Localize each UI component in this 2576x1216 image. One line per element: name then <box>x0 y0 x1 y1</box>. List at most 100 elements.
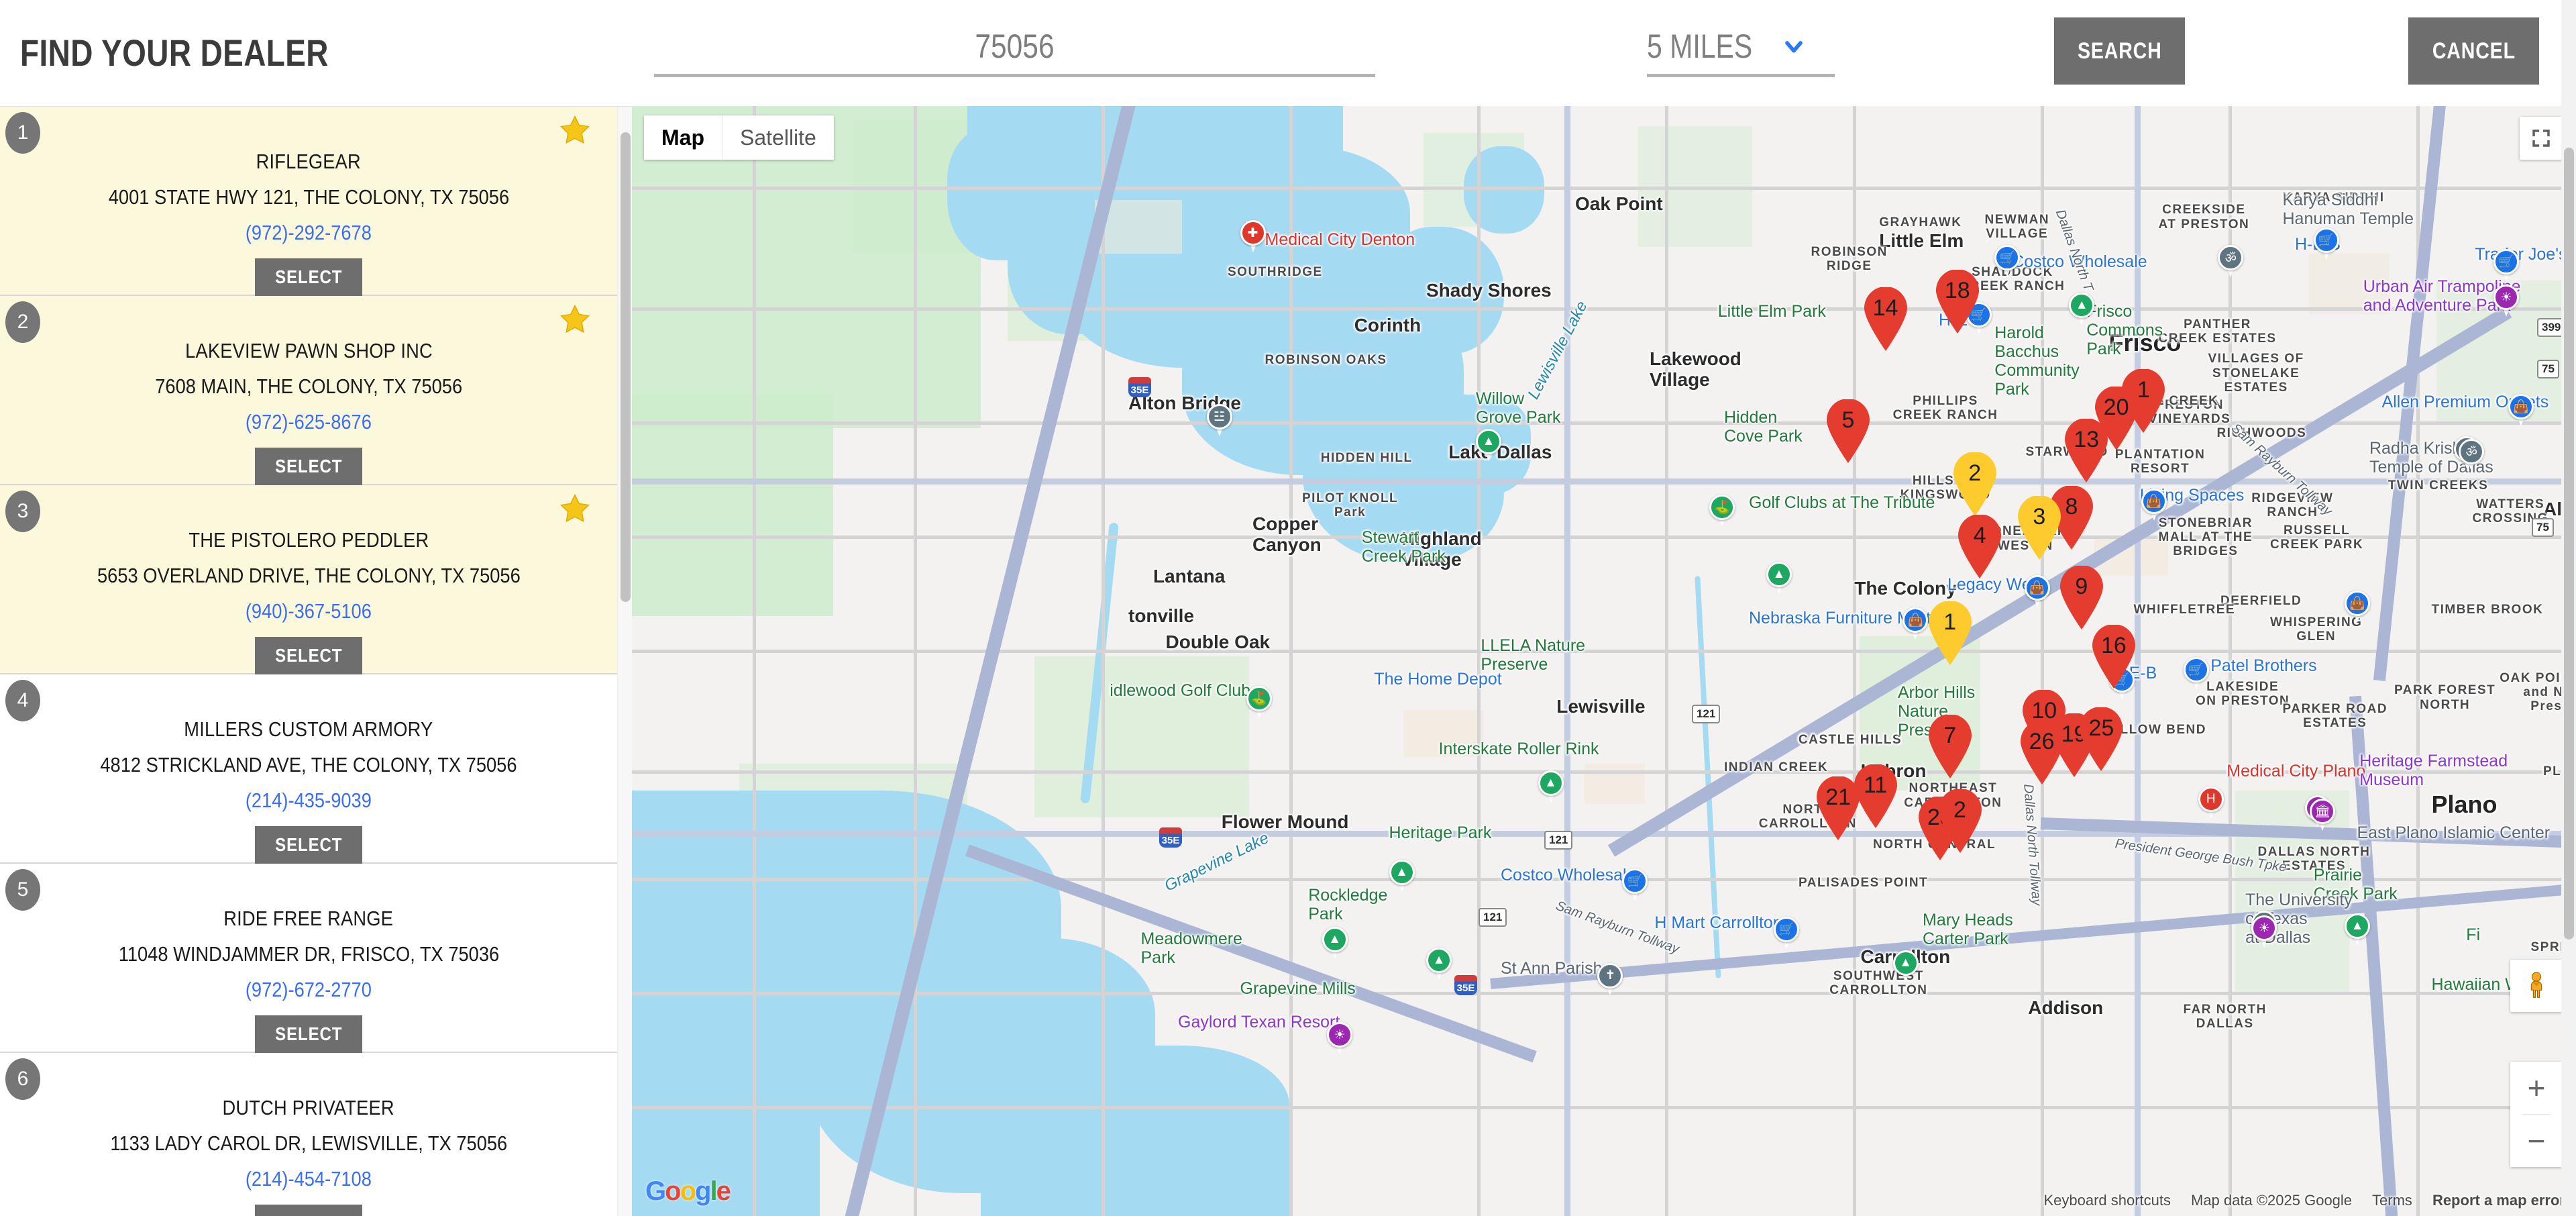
shopping-poi-pin[interactable]: 👜 <box>2141 488 2167 522</box>
shopping-poi-pin[interactable]: 👜 <box>2345 590 2370 624</box>
pin-body: 🛒 <box>1994 245 2021 271</box>
dealer-info: DUTCH PRIVATEER 1133 LADY CAROL DR, LEWIS… <box>0 1096 617 1216</box>
dealer-map-marker[interactable]: 21 <box>1814 776 1862 841</box>
street-view-pegman-icon[interactable] <box>2510 960 2563 1012</box>
dealer-map[interactable]: Oak Point Little Elm Frisco Shady Shores Cor… <box>632 106 2576 1216</box>
highway-shield-i35e-2: 35E <box>1159 827 1182 848</box>
dealer-map-marker[interactable]: 3 <box>2015 496 2063 560</box>
map-type-map-button[interactable]: Map <box>644 115 722 160</box>
dealer-phone-link[interactable]: (972)-625-8676 <box>0 410 617 434</box>
park-poi-pin[interactable]: ▲ <box>1766 561 1792 595</box>
terms-link[interactable]: Terms <box>2372 1192 2412 1209</box>
dealer-phone-link[interactable]: (214)-435-9039 <box>0 789 617 813</box>
museum-poi-pin[interactable]: 🏛 <box>2310 799 2336 832</box>
dealer-map-marker[interactable]: 13 <box>2062 419 2110 483</box>
dealer-phone-link[interactable]: (940)-367-5106 <box>0 599 617 623</box>
dealer-name: LAKEVIEW PAWN SHOP INC <box>184 339 433 362</box>
google-logo-g1: G <box>645 1176 666 1206</box>
dealer-select-button[interactable]: SELECT <box>255 448 362 485</box>
store-poi-pin[interactable]: 🛒 <box>2313 227 2339 261</box>
dealer-select-button[interactable]: SELECT <box>255 826 362 864</box>
results-scrollbar-thumb[interactable] <box>621 132 631 602</box>
cancel-button[interactable]: CANCEL <box>2408 17 2539 85</box>
highway-shield-121-c: 121 <box>1479 908 1507 927</box>
store-poi-pin[interactable]: 🛒 <box>1994 245 2021 278</box>
dealer-map-marker[interactable]: 25 <box>2077 707 2125 772</box>
dealer-select-button[interactable]: SELECT <box>255 637 362 674</box>
store-poi-pin[interactable]: 🛒 <box>1622 868 1648 902</box>
shopping-poi-pin[interactable]: 👜 <box>1902 607 1929 641</box>
bridge-poi-pin[interactable]: ☳ <box>1206 404 1232 438</box>
dealer-map-marker-number: 25 <box>2088 715 2114 741</box>
map-type-control[interactable]: Map Satellite <box>644 115 834 160</box>
search-button[interactable]: SEARCH <box>2054 17 2185 85</box>
zoom-controls[interactable]: + − <box>2510 1062 2563 1167</box>
dealer-result-item[interactable]: 2 LAKEVIEW PAWN SHOP INC 7608 MAIN, THE CO… <box>0 296 617 485</box>
page-scrollbar[interactable] <box>2561 0 2576 1216</box>
park-poi-pin[interactable]: ▲ <box>1476 429 1501 462</box>
dealer-result-item[interactable]: 4 MILLERS CUSTOM ARMORY 4812 STRICKLAND AV… <box>0 674 617 864</box>
map-type-satellite-button[interactable]: Satellite <box>722 115 834 160</box>
keyboard-shortcuts-link[interactable]: Keyboard shortcuts <box>2043 1192 2171 1209</box>
dealer-phone-link[interactable]: (214)-454-7108 <box>0 1167 617 1191</box>
dealer-map-marker[interactable]: 1 <box>1926 601 1974 666</box>
hospital-poi-pin[interactable]: ✚ <box>1240 220 1266 254</box>
page-scrollbar-thumb[interactable] <box>2564 148 2574 940</box>
dealer-map-marker[interactable]: 14 <box>1862 287 1910 352</box>
temple-poi-pin[interactable]: ॐ <box>2218 245 2244 278</box>
dealer-map-marker[interactable]: 5 <box>1824 399 1872 464</box>
golf-poi-pin[interactable]: ⛳ <box>1709 495 1735 528</box>
radius-select[interactable]: 5 MILES <box>1647 27 1835 77</box>
park-poi-pin[interactable]: ▲ <box>2069 292 2095 326</box>
park-poi-pin[interactable]: ▲ <box>2345 913 2370 947</box>
report-map-error-link[interactable]: Report a map error <box>2432 1192 2565 1209</box>
dealer-map-marker[interactable]: 9 <box>2057 565 2106 630</box>
dealer-result-item[interactable]: 3 THE PISTOLERO PEDDLER 5653 OVERLAND DRIV… <box>0 485 617 674</box>
zoom-out-button[interactable]: − <box>2510 1115 2563 1167</box>
dealer-phone-link[interactable]: (972)-292-7678 <box>0 221 617 245</box>
pin-body: ▲ <box>1892 950 1919 976</box>
dealer-select-button[interactable]: SELECT <box>255 1015 362 1053</box>
park-poi-pin[interactable]: ▲ <box>1322 926 1348 960</box>
zip-search-input[interactable] <box>653 27 1376 77</box>
map-canvas[interactable]: Oak Point Little Elm Frisco Shady Shores Cor… <box>632 106 2576 1216</box>
zoom-in-button[interactable]: + <box>2510 1062 2563 1114</box>
store-poi-pin[interactable]: 🛒 <box>2183 657 2209 691</box>
pin-body: ▲ <box>1476 429 1501 454</box>
temple-poi-pin[interactable]: ॐ <box>2459 438 2485 472</box>
pin-body: ☀ <box>2251 915 2277 942</box>
dealer-result-item[interactable]: 5 RIDE FREE RANGE 11048 WINDJAMMER DR, FRI… <box>0 864 617 1053</box>
dealer-result-item[interactable]: 1 RIFLEGEAR 4001 STATE HWY 121, THE COLONY… <box>0 107 617 296</box>
attraction-poi-pin[interactable]: ☀ <box>2251 915 2277 949</box>
dealer-map-marker[interactable]: 18 <box>1933 270 1982 334</box>
dealer-map-marker[interactable]: 7 <box>1926 714 1974 779</box>
chevron-down-icon[interactable] <box>1778 31 1809 62</box>
golf-poi-pin[interactable]: ⛳ <box>1246 685 1272 719</box>
dealer-select-button[interactable]: SELECT <box>255 258 362 296</box>
dealer-select-button[interactable]: SELECT <box>255 1205 362 1216</box>
dealer-map-marker[interactable]: 2 <box>1951 452 1999 517</box>
hospital-poi-pin[interactable]: H <box>2198 786 2224 820</box>
pin-body: ☳ <box>1206 404 1232 429</box>
park-poi-pin[interactable]: ▲ <box>1538 770 1564 804</box>
fullscreen-icon[interactable] <box>2520 117 2563 160</box>
park-poi-pin[interactable]: ▲ <box>1389 859 1415 893</box>
dealer-map-marker[interactable]: 16 <box>2090 625 2138 689</box>
store-poi-pin[interactable]: 🛒 <box>1774 917 1799 950</box>
attraction-poi-pin[interactable]: ☀ <box>2493 285 2519 318</box>
store-poi-pin[interactable]: 🛒 <box>2493 248 2519 283</box>
shopping-poi-pin[interactable]: 👜 <box>2508 394 2534 427</box>
dealer-map-marker[interactable]: 2 <box>1936 789 1984 854</box>
dealer-phone-link[interactable]: (972)-672-2770 <box>0 978 617 1002</box>
app-header: FIND YOUR DEALER 5 MILES SEARCH CANCEL <box>0 0 2576 106</box>
shopping-poi-pin[interactable]: 👜 <box>2024 575 2050 609</box>
results-scrollbar[interactable] <box>617 107 632 1216</box>
dealer-map-marker[interactable]: 4 <box>1955 514 2004 579</box>
park-poi-pin[interactable]: ▲ <box>1426 948 1452 981</box>
pin-body: ▲ <box>1389 859 1415 885</box>
park-poi-pin[interactable]: ▲ <box>1892 950 1919 984</box>
dealer-result-item[interactable]: 6 DUTCH PRIVATEER 1133 LADY CAROL DR, LEWI… <box>0 1053 617 1216</box>
attraction-poi-pin[interactable]: ☀ <box>1327 1022 1352 1056</box>
dealer-name: MILLERS CUSTOM ARMORY <box>184 717 433 741</box>
church-poi-pin[interactable]: ✝ <box>1597 962 1623 997</box>
